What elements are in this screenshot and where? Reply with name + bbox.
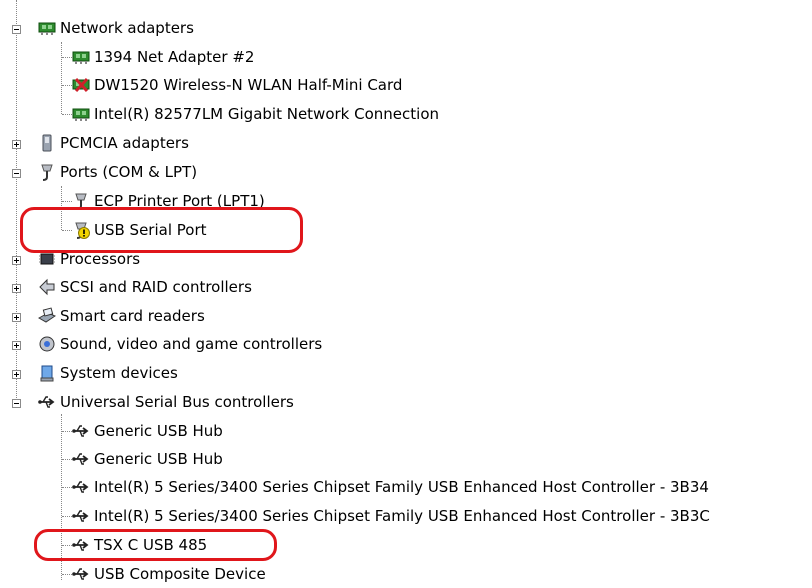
highlight-callout-usb-serial-port bbox=[20, 207, 303, 253]
expand-toggle[interactable] bbox=[12, 284, 21, 293]
tree-node-label: Intel(R) 5 Series/3400 Series Chipset Fa… bbox=[94, 507, 710, 525]
tree-node-intel-usb-3b34[interactable]: Intel(R) 5 Series/3400 Series Chipset Fa… bbox=[0, 473, 812, 501]
collapse-toggle[interactable] bbox=[12, 399, 21, 408]
tree-node-network-adapters[interactable]: Network adapters bbox=[0, 14, 300, 42]
device-manager-tree: Network adapters 1394 Net Adapter #2 DW1… bbox=[0, 0, 812, 583]
speaker-icon bbox=[39, 336, 55, 352]
tree-node-ports[interactable]: Ports (COM & LPT) bbox=[0, 158, 300, 186]
tree-node-label: SCSI and RAID controllers bbox=[60, 278, 252, 296]
tree-node-intel-usb-3b3c[interactable]: Intel(R) 5 Series/3400 Series Chipset Fa… bbox=[0, 502, 812, 530]
tree-node-label: Network adapters bbox=[60, 19, 194, 37]
scsi-controller-icon bbox=[39, 278, 55, 296]
tree-node-label: Ports (COM & LPT) bbox=[60, 163, 198, 181]
expand-toggle[interactable] bbox=[12, 140, 21, 149]
tree-node-intel-82577lm[interactable]: Intel(R) 82577LM Gigabit Network Connect… bbox=[0, 100, 520, 128]
tree-node-label: DW1520 Wireless-N WLAN Half-Mini Card bbox=[94, 76, 403, 94]
tree-node-label: PCMCIA adapters bbox=[60, 134, 189, 152]
usb-icon bbox=[72, 453, 89, 465]
tree-node-system-devices[interactable]: System devices bbox=[0, 359, 300, 387]
tree-node-usb-composite-device[interactable]: USB Composite Device bbox=[0, 560, 300, 588]
expand-toggle[interactable] bbox=[12, 341, 21, 350]
tree-node-label: Intel(R) 82577LM Gigabit Network Connect… bbox=[94, 105, 439, 123]
usb-icon bbox=[72, 510, 89, 522]
tree-node-smart-card-readers[interactable]: Smart card readers bbox=[0, 302, 300, 330]
highlight-callout-tsx-c-usb-485 bbox=[34, 529, 277, 561]
network-adapter-icon bbox=[72, 108, 90, 121]
smart-card-reader-icon bbox=[38, 307, 56, 323]
tree-node-generic-usb-hub[interactable]: Generic USB Hub bbox=[0, 417, 300, 445]
network-adapter-icon bbox=[38, 22, 56, 35]
port-connector-icon bbox=[41, 164, 53, 181]
tree-node-label: Universal Serial Bus controllers bbox=[60, 393, 294, 411]
tree-node-label: Intel(R) 5 Series/3400 Series Chipset Fa… bbox=[94, 478, 709, 496]
tree-node-scsi-raid[interactable]: SCSI and RAID controllers bbox=[0, 273, 330, 301]
tree-node-label: Generic USB Hub bbox=[94, 422, 223, 440]
tree-node-label: 1394 Net Adapter #2 bbox=[94, 48, 255, 66]
pcmcia-card-icon bbox=[42, 134, 52, 152]
expand-toggle[interactable] bbox=[12, 370, 21, 379]
expand-toggle[interactable] bbox=[12, 256, 21, 265]
expand-toggle[interactable] bbox=[12, 313, 21, 322]
usb-icon bbox=[72, 425, 89, 437]
tree-node-sound-video-game[interactable]: Sound, video and game controllers bbox=[0, 330, 400, 358]
system-device-icon bbox=[40, 365, 54, 382]
tree-node-dw1520-wlan[interactable]: DW1520 Wireless-N WLAN Half-Mini Card bbox=[0, 71, 500, 99]
tree-node-1394-net-adapter[interactable]: 1394 Net Adapter #2 bbox=[0, 43, 400, 71]
disabled-network-adapter-icon bbox=[72, 77, 90, 93]
tree-node-label: System devices bbox=[60, 364, 178, 382]
network-adapter-icon bbox=[72, 51, 90, 64]
usb-icon bbox=[72, 568, 89, 580]
tree-node-label: Sound, video and game controllers bbox=[60, 335, 323, 353]
tree-node-usb-controllers[interactable]: Universal Serial Bus controllers bbox=[0, 388, 400, 416]
collapse-toggle[interactable] bbox=[12, 25, 21, 34]
tree-node-label: Smart card readers bbox=[60, 307, 205, 325]
tree-node-label: USB Composite Device bbox=[94, 565, 266, 583]
usb-icon bbox=[38, 396, 55, 408]
tree-node-label: Generic USB Hub bbox=[94, 450, 223, 468]
usb-icon bbox=[72, 481, 89, 493]
tree-node-generic-usb-hub[interactable]: Generic USB Hub bbox=[0, 445, 300, 473]
tree-node-pcmcia-adapters[interactable]: PCMCIA adapters bbox=[0, 129, 300, 157]
collapse-toggle[interactable] bbox=[12, 169, 21, 178]
